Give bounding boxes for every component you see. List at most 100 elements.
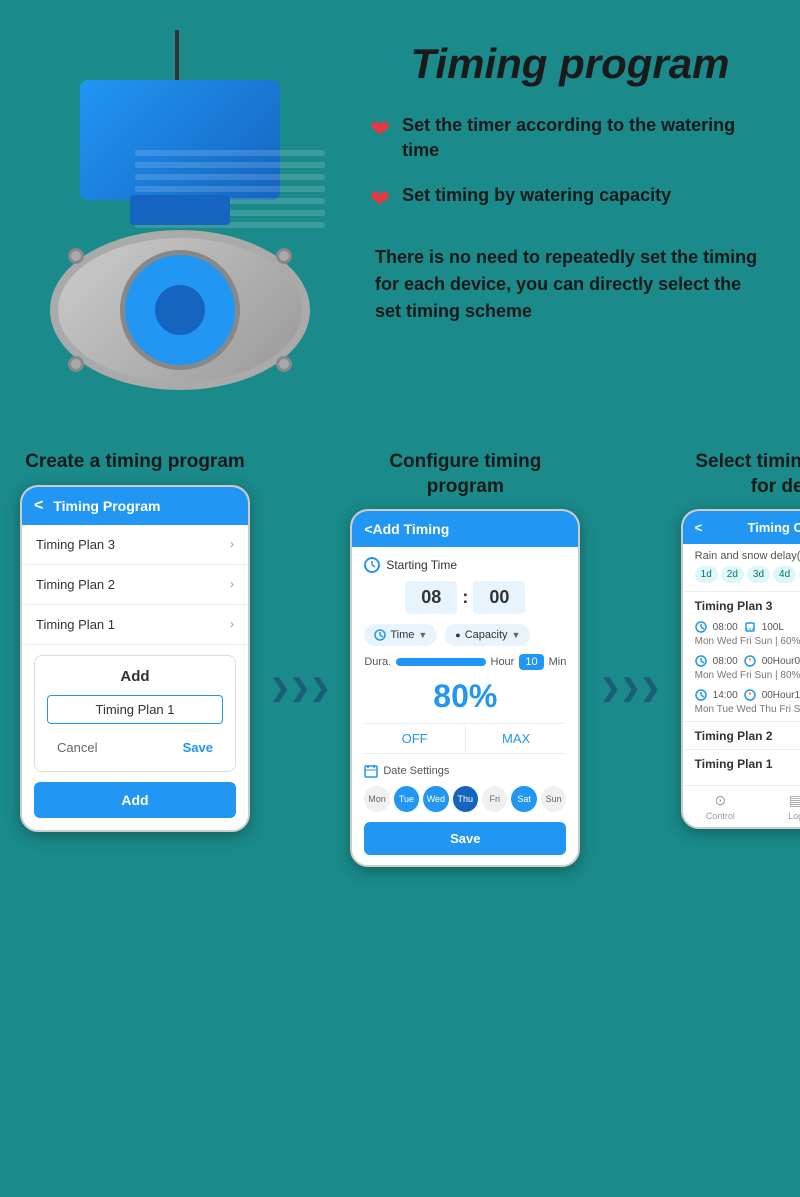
page-title: Timing program xyxy=(370,40,770,88)
cancel-button[interactable]: Cancel xyxy=(47,736,107,759)
clock-icon xyxy=(364,557,380,573)
arrow-2: ❯❯❯ xyxy=(595,510,665,867)
date-settings-text: Date Settings xyxy=(383,765,449,777)
calendar-icon xyxy=(364,764,378,778)
day-mon[interactable]: Mon xyxy=(364,786,389,812)
screen1-title: Timing Program xyxy=(53,498,160,514)
hour-display[interactable]: 08 xyxy=(405,581,457,614)
control-icon: ⊙ xyxy=(714,792,726,809)
time-display: 08 : 00 xyxy=(364,581,566,614)
valve-disc xyxy=(50,230,310,390)
plan-item-2[interactable]: Timing Plan 2 › xyxy=(22,565,248,605)
top-section: Timing program ❤ Set the timer according… xyxy=(0,0,800,430)
nav-log[interactable]: ▤ Log xyxy=(758,792,800,821)
day-tab-2d[interactable]: 2d xyxy=(721,566,744,583)
valve-inner-disc xyxy=(120,250,240,370)
plan3-name: Timing Plan 3 xyxy=(695,599,773,613)
screen3-header: < Timing Control ↻ xyxy=(683,511,800,544)
bottom-nav: ⊙ Control ▤ Log ≡ Timing xyxy=(683,785,800,827)
fin2 xyxy=(135,162,325,168)
phone-screen-1: < Timing Program Timing Plan 3 › Timing … xyxy=(20,485,250,832)
nav-control-label: Control xyxy=(706,811,735,821)
day-tabs-row: 1d 2d 3d 4d 5d 6d 7d xyxy=(683,566,800,591)
day-sat[interactable]: Sat xyxy=(511,786,536,812)
date-settings-label: Date Settings xyxy=(364,764,566,778)
dropdown-arrow-2: ▼ xyxy=(512,630,521,640)
plan-1-label: Timing Plan 1 xyxy=(36,617,115,632)
capacity-mode-label: Capacity xyxy=(465,629,508,641)
plan2-name: Timing Plan 2 xyxy=(695,729,773,743)
dura-hour-label: Hour xyxy=(491,656,515,668)
mode-row: Time ▼ ● Capacity ▼ xyxy=(364,624,566,646)
minute-display[interactable]: 00 xyxy=(473,581,525,614)
day-fri[interactable]: Fri xyxy=(482,786,507,812)
plan3-sub3: Mon Tue Wed Thu Fri Sat Sun | 95% xyxy=(683,703,800,721)
day-tue[interactable]: Tue xyxy=(394,786,419,812)
step-title-2: Configure timing program xyxy=(350,450,580,499)
day-sun[interactable]: Sun xyxy=(541,786,566,812)
device-container xyxy=(30,30,330,410)
dropdown-arrow-1: ▼ xyxy=(418,630,427,640)
step-col-1: Create a timing program < Timing Program… xyxy=(20,450,250,867)
day-thu[interactable]: Thu xyxy=(453,786,478,812)
bolt2 xyxy=(276,248,292,264)
chevron-icon-3: › xyxy=(230,537,234,551)
screen2-title: Add Timing xyxy=(373,521,450,537)
day-tab-4d[interactable]: 4d xyxy=(773,566,796,583)
screen1-plan-list: Timing Plan 3 › Timing Plan 2 › Timing P… xyxy=(22,525,248,645)
plan3-duration3: 00Hour10Min xyxy=(762,690,800,701)
phone-screen-2: < Add Timing Starting Time xyxy=(350,509,580,867)
nav-control[interactable]: ⊙ Control xyxy=(683,792,758,821)
timing-plan-3-row: Timing Plan 3 ON xyxy=(683,591,800,619)
bullet-text-1: Set the timer according to the watering … xyxy=(402,113,770,163)
back-arrow-icon[interactable]: < xyxy=(34,497,43,515)
dialog-save-button[interactable]: Save xyxy=(173,736,223,759)
plan3-sub1: Mon Wed Fri Sun | 60% xyxy=(683,635,800,653)
connector xyxy=(130,195,230,225)
dura-row: Dura. Hour 10 Min xyxy=(364,654,566,670)
plan3-sub2: Mon Wed Fri Sun | 80% xyxy=(683,669,800,687)
add-dialog-title: Add xyxy=(47,668,223,685)
step-title-3: Select timing program for device xyxy=(681,450,800,499)
day-tab-3d[interactable]: 3d xyxy=(747,566,770,583)
screen2-save-button[interactable]: Save xyxy=(364,822,566,855)
fin1 xyxy=(135,150,325,156)
steps-row: Create a timing program < Timing Program… xyxy=(20,450,780,867)
plan3-time1: 08:00 xyxy=(713,622,738,633)
dura-min-value[interactable]: 10 xyxy=(519,654,543,670)
plan-item-1[interactable]: Timing Plan 1 › xyxy=(22,605,248,645)
clock-detail-icon-1 xyxy=(695,621,707,633)
capacity-mode-btn[interactable]: ● Capacity ▼ xyxy=(445,624,530,646)
plan1-name: Timing Plan 1 xyxy=(695,757,773,771)
log-icon: ▤ xyxy=(789,792,800,809)
add-button[interactable]: Add xyxy=(34,782,236,818)
fin3 xyxy=(135,174,325,180)
capacity-detail-icon-1 xyxy=(744,621,756,633)
fin4 xyxy=(135,186,325,192)
days-row: Mon Tue Wed Thu Fri Sat Sun xyxy=(364,786,566,812)
plan-item-3[interactable]: Timing Plan 3 › xyxy=(22,525,248,565)
plan-name-input[interactable]: Timing Plan 1 xyxy=(47,695,223,724)
time-mode-btn[interactable]: Time ▼ xyxy=(364,624,437,646)
timer-detail-icon-3 xyxy=(744,689,756,701)
day-wed[interactable]: Wed xyxy=(423,786,448,812)
chevron-icon-1: › xyxy=(230,617,234,631)
max-button[interactable]: MAX xyxy=(466,724,567,753)
back-arrow-3-icon[interactable]: < xyxy=(695,520,703,535)
dialog-btn-row: Cancel Save xyxy=(47,736,223,759)
device-image xyxy=(30,30,350,410)
time-separator: : xyxy=(462,587,468,608)
motor-body xyxy=(80,80,280,200)
heart-icon-2: ❤ xyxy=(370,185,390,214)
screen1-header: < Timing Program xyxy=(22,487,248,525)
timing-plan-2-row: Timing Plan 2 OFF xyxy=(683,721,800,749)
day-tab-1d[interactable]: 1d xyxy=(695,566,718,583)
bottom-section: Create a timing program < Timing Program… xyxy=(0,430,800,897)
clock-detail-icon-2 xyxy=(695,655,707,667)
top-section-right: Timing program ❤ Set the timer according… xyxy=(350,30,770,325)
screen3-title: Timing Control xyxy=(747,520,800,535)
plan3-detail2: 08:00 00Hour05Min xyxy=(683,653,800,669)
back-arrow-2-icon[interactable]: < xyxy=(364,521,372,537)
off-max-row: OFF MAX xyxy=(364,723,566,754)
off-button[interactable]: OFF xyxy=(364,724,466,753)
